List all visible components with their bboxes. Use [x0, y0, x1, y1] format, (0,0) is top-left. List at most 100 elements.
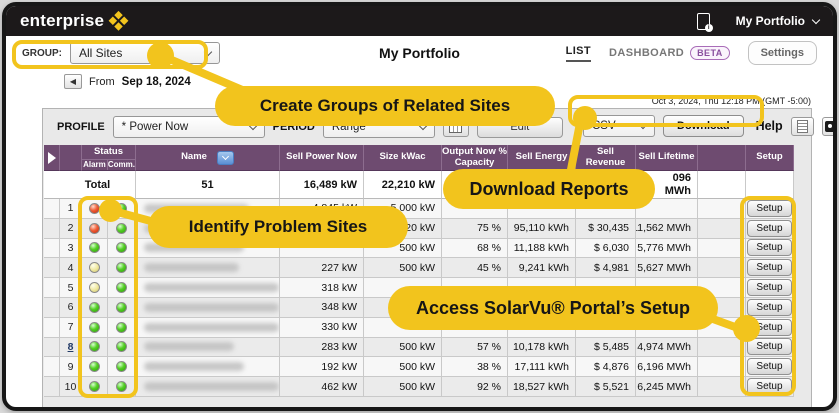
- cell-sell-energy: 9,241 kWh: [508, 258, 576, 278]
- help-doc-button[interactable]: [791, 117, 814, 136]
- portfolio-menu[interactable]: My Portfolio: [736, 14, 819, 28]
- row-number: 5: [60, 278, 82, 298]
- profile-label: PROFILE: [57, 121, 105, 133]
- cell-sell-power-now: 348 kW: [280, 298, 364, 318]
- table-row: 10 462 kW 500 kW 92 % 18,527 kWh $ 5,521…: [44, 377, 794, 397]
- comm-status-cell: [108, 318, 136, 338]
- cell-setup: Setup: [746, 377, 794, 397]
- site-name-cell[interactable]: [136, 377, 280, 397]
- row-number: 6: [60, 298, 82, 318]
- date-range-row: ◀ From Sep 18, 2024: [64, 74, 191, 89]
- setup-button[interactable]: Setup: [747, 200, 791, 217]
- comm-led: [116, 242, 127, 253]
- alarm-led: [89, 242, 100, 253]
- report-info-icon[interactable]: i: [697, 13, 710, 30]
- cell-blank: [698, 219, 746, 239]
- callout-tail-dot: [99, 199, 122, 222]
- cell-output-now: 38 %: [442, 357, 508, 377]
- cell-sell-revenue: $ 4,876: [576, 357, 636, 377]
- cell-size-kwac: 500 kW: [364, 357, 442, 377]
- name-sort-button[interactable]: [217, 151, 234, 165]
- row-number[interactable]: 8: [60, 338, 82, 358]
- total-sell-power: 16,489 kW: [280, 171, 364, 199]
- setup-button[interactable]: Setup: [747, 259, 791, 276]
- site-name-redacted: [144, 303, 279, 312]
- site-name-cell[interactable]: [136, 298, 280, 318]
- alarm-led: [89, 223, 100, 234]
- site-name-cell[interactable]: [136, 357, 280, 377]
- setup-button[interactable]: Setup: [747, 279, 791, 296]
- comm-status-cell: [108, 258, 136, 278]
- cell-sell-power-now: 330 kW: [280, 318, 364, 338]
- site-name-redacted: [144, 382, 279, 391]
- expand-arrow-icon[interactable]: [44, 145, 60, 171]
- comm-led: [116, 262, 127, 273]
- setup-button[interactable]: Setup: [747, 338, 791, 355]
- from-date[interactable]: Sep 18, 2024: [122, 76, 191, 88]
- topbar: enterprise i My Portfolio: [6, 6, 833, 36]
- alarm-status-cell: [82, 278, 108, 298]
- cell-setup: Setup: [746, 357, 794, 377]
- settings-button[interactable]: Settings: [748, 41, 817, 65]
- toolbar: My Portfolio GROUP: All Sites LIST DASHB…: [6, 36, 833, 70]
- cell-sell-lifetime: 6,245 MWh: [636, 377, 698, 397]
- document-icon: [797, 120, 808, 133]
- setup-button[interactable]: Setup: [747, 239, 791, 256]
- cell-sell-energy: 11,188 kWh: [508, 239, 576, 259]
- setup-button[interactable]: Setup: [747, 378, 791, 395]
- cell-output-now: 68 %: [442, 239, 508, 259]
- row-number: 1: [60, 199, 82, 219]
- cell-sell-lifetime: 6,196 MWh: [636, 357, 698, 377]
- sites-table: Status Alarm Comm. Name Sell Power Now S…: [44, 145, 794, 397]
- row-arrow-cell: [44, 357, 60, 377]
- help-video-button[interactable]: [822, 117, 837, 136]
- current-timestamp: Oct 3, 2024, Thu 12:18 PM (GMT -5:00): [652, 96, 811, 106]
- cell-sell-power-now: 318 kW: [280, 278, 364, 298]
- site-name-cell[interactable]: [136, 318, 280, 338]
- cell-blank: [698, 357, 746, 377]
- cell-output-now: 92 %: [442, 377, 508, 397]
- alarm-status-cell: [82, 219, 108, 239]
- cell-sell-lifetime: 5,776 MWh: [636, 239, 698, 259]
- diamond-logo-icon: [108, 10, 129, 31]
- tab-list[interactable]: LIST: [566, 45, 591, 62]
- cell-sell-lifetime: 4,974 MWh: [636, 338, 698, 358]
- video-icon: [825, 121, 837, 132]
- setup-button[interactable]: Setup: [747, 220, 791, 237]
- logo-text: enterprise: [20, 11, 104, 31]
- site-name-cell[interactable]: [136, 258, 280, 278]
- app-window: enterprise i My Portfolio My Portfolio G…: [2, 2, 837, 411]
- site-name-cell[interactable]: [136, 278, 280, 298]
- total-site-count: 51: [136, 171, 280, 199]
- alarm-status-cell: [82, 318, 108, 338]
- header-name[interactable]: Name: [136, 145, 280, 171]
- beta-badge: BETA: [690, 46, 729, 60]
- site-name-redacted: [144, 263, 239, 272]
- row-number: 2: [60, 219, 82, 239]
- profile-select-value: * Power Now: [122, 121, 188, 133]
- chevron-down-icon: [639, 120, 647, 128]
- cell-setup: Setup: [746, 278, 794, 298]
- cell-setup: Setup: [746, 239, 794, 259]
- cell-sell-energy: 18,527 kWh: [508, 377, 576, 397]
- portfolio-menu-label: My Portfolio: [736, 14, 805, 28]
- row-arrow-cell: [44, 258, 60, 278]
- download-button[interactable]: Download: [663, 115, 744, 137]
- cell-setup: Setup: [746, 199, 794, 219]
- callout-tail-dot: [573, 106, 597, 130]
- comm-led: [116, 302, 127, 313]
- tab-dashboard[interactable]: DASHBOARD BETA: [609, 46, 730, 60]
- site-name-redacted: [144, 362, 244, 371]
- site-name-cell[interactable]: [136, 338, 280, 358]
- cell-setup: Setup: [746, 219, 794, 239]
- prev-period-button[interactable]: ◀: [64, 74, 82, 89]
- cell-sell-lifetime: 5,627 MWh: [636, 258, 698, 278]
- setup-button[interactable]: Setup: [747, 358, 791, 375]
- cell-sell-power-now: 462 kW: [280, 377, 364, 397]
- alarm-status-cell: [82, 338, 108, 358]
- comm-status-cell: [108, 298, 136, 318]
- setup-button[interactable]: Setup: [747, 299, 791, 316]
- cell-sell-revenue: $ 4,981: [576, 258, 636, 278]
- site-name-redacted: [144, 342, 234, 351]
- cell-blank: [698, 377, 746, 397]
